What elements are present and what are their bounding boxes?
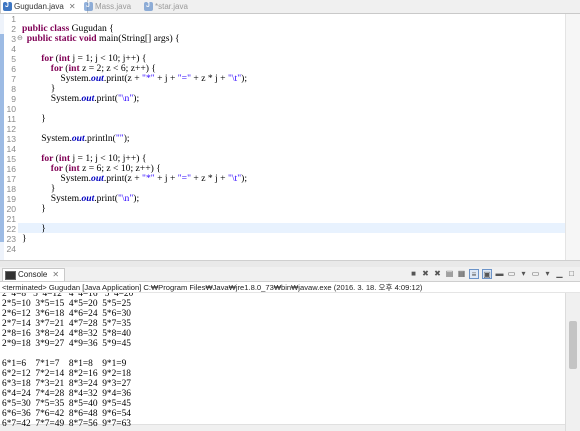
console-line: 2*5=10 3*5=15 4*5=20 5*5=25 — [2, 299, 131, 309]
line-number: 23 — [6, 234, 16, 244]
line-number: 14 — [6, 144, 16, 154]
console-line: 6*3=18 7*3=21 8*3=24 9*3=27 — [2, 379, 131, 389]
code-line[interactable]: System.out.print(z + "*" + j + "=" + z *… — [22, 74, 247, 84]
java-file-icon — [3, 0, 12, 12]
console-tab-label: Console — [18, 270, 48, 279]
code-line[interactable]: } — [22, 204, 46, 214]
pin-console-icon[interactable]: ▬ — [495, 269, 504, 278]
line-number: 4 — [11, 44, 16, 54]
console-line: 2*8=16 3*8=24 4*8=32 5*8=40 — [2, 329, 131, 339]
tab-console[interactable]: Console ✕ — [2, 268, 66, 281]
open-console-icon[interactable]: ▭ — [531, 269, 540, 278]
code-line[interactable]: } — [22, 234, 27, 244]
line-number: 18 — [6, 184, 16, 194]
console-line: 6*1=6 7*1=7 8*1=8 9*1=9 — [2, 359, 127, 369]
line-number: 12 — [6, 124, 16, 134]
pane-divider[interactable] — [0, 260, 580, 267]
tab-mass[interactable]: Mass.java — [82, 0, 148, 13]
close-icon[interactable]: ✕ — [52, 269, 59, 281]
line-number: 17 — [6, 174, 16, 184]
remove-launch-icon[interactable]: ✖ — [421, 269, 430, 278]
console-line: 2*7=14 3*7=21 4*7=28 5*7=35 — [2, 319, 131, 329]
code-line[interactable]: public static void main(String[] args) { — [22, 34, 180, 44]
tab-label: *star.java — [155, 2, 188, 11]
code-line[interactable]: System.out.print("\n"); — [22, 94, 139, 104]
line-number: 2 — [11, 24, 16, 34]
clear-console-icon[interactable]: ▤ — [445, 269, 454, 278]
line-number: 19 — [6, 194, 16, 204]
console-line: 6*2=12 7*2=14 8*2=16 9*2=18 — [2, 369, 131, 379]
console-line: 6*4=24 7*4=28 8*4=32 9*4=36 — [2, 389, 131, 399]
line-number: 9 — [11, 94, 16, 104]
line-number: 22 — [6, 224, 16, 234]
word-wrap-icon[interactable]: ≡ — [469, 269, 479, 279]
terminate-icon[interactable]: ■ — [409, 269, 418, 278]
scrollbar-thumb[interactable] — [569, 321, 577, 369]
tab-star[interactable]: *star.java — [142, 0, 208, 13]
line-number: 15 — [6, 154, 16, 164]
line-number: 3 — [11, 34, 16, 44]
console-tools: ■ ✖ ✖ ▤ ▦ ≡ ▣ ▬ ▭ ▾ ▭ ▾ ▁ □ — [409, 269, 576, 279]
line-number: 16 — [6, 164, 16, 174]
tab-label: Mass.java — [95, 2, 132, 11]
line-number: 24 — [6, 244, 16, 254]
line-number: 20 — [6, 204, 16, 214]
editor-tab-bar: Gugudan.java ✕ Mass.java *star.java — [0, 0, 580, 14]
current-line-highlight — [18, 223, 566, 233]
line-number: 13 — [6, 134, 16, 144]
code-line[interactable]: System.out.print(z + "*" + j + "=" + z *… — [22, 174, 247, 184]
line-number: 11 — [7, 114, 16, 124]
display-console-icon[interactable]: ▭ — [507, 269, 516, 278]
minimize-icon[interactable]: ▁ — [555, 269, 564, 278]
editor-scrollbar[interactable] — [565, 14, 580, 260]
console-line: 6*5=30 7*5=35 8*5=40 9*5=45 — [2, 399, 131, 409]
maximize-icon[interactable]: □ — [567, 269, 576, 278]
console-line: 2*6=12 3*6=18 4*6=24 5*6=30 — [2, 309, 131, 319]
console-icon — [5, 270, 16, 280]
tab-label: Gugudan.java — [14, 2, 64, 11]
line-number: 8 — [11, 84, 16, 94]
tab-gugudan[interactable]: Gugudan.java ✕ — [0, 0, 88, 13]
close-icon[interactable]: ✕ — [69, 0, 76, 13]
code-editor[interactable]: 1 2 3 4 5 6 7 8 9 10 11 12 13 14 15 16 1… — [0, 14, 580, 260]
code-line[interactable]: System.out.println(""); — [22, 134, 129, 144]
scroll-lock-icon[interactable]: ▦ — [457, 269, 466, 278]
line-number: 7 — [11, 74, 16, 84]
code-line[interactable]: } — [22, 114, 46, 124]
chevron-down-icon[interactable]: ▾ — [519, 269, 528, 278]
console-status: <terminated> Gugudan [Java Application] … — [0, 282, 580, 293]
line-number: 1 — [11, 14, 16, 24]
line-number: 6 — [11, 64, 16, 74]
console-output[interactable]: 2*4=8 5*4=12 4*4=16 5*4=20 2*5=10 3*5=15 … — [0, 293, 566, 431]
line-number: 5 — [11, 54, 16, 64]
chevron-down-icon[interactable]: ▾ — [543, 269, 552, 278]
line-number: 10 — [6, 104, 16, 114]
console-toolbar: Console ✕ ■ ✖ ✖ ▤ ▦ ≡ ▣ ▬ ▭ ▾ ▭ ▾ ▁ □ — [0, 267, 580, 282]
remove-all-icon[interactable]: ✖ — [433, 269, 442, 278]
java-file-icon — [144, 0, 153, 12]
show-on-output-icon[interactable]: ▣ — [482, 269, 492, 279]
console-line: 6*6=36 7*6=42 8*6=48 9*6=54 — [2, 409, 131, 419]
console-line: 6*7=42 7*7=49 8*7=56 9*7=63 — [2, 419, 131, 429]
line-number: 21 — [6, 214, 16, 224]
console-scrollbar[interactable] — [565, 293, 580, 431]
console-line: 2*9=18 3*9=27 4*9=36 5*9=45 — [2, 339, 131, 349]
java-file-icon — [84, 0, 93, 12]
